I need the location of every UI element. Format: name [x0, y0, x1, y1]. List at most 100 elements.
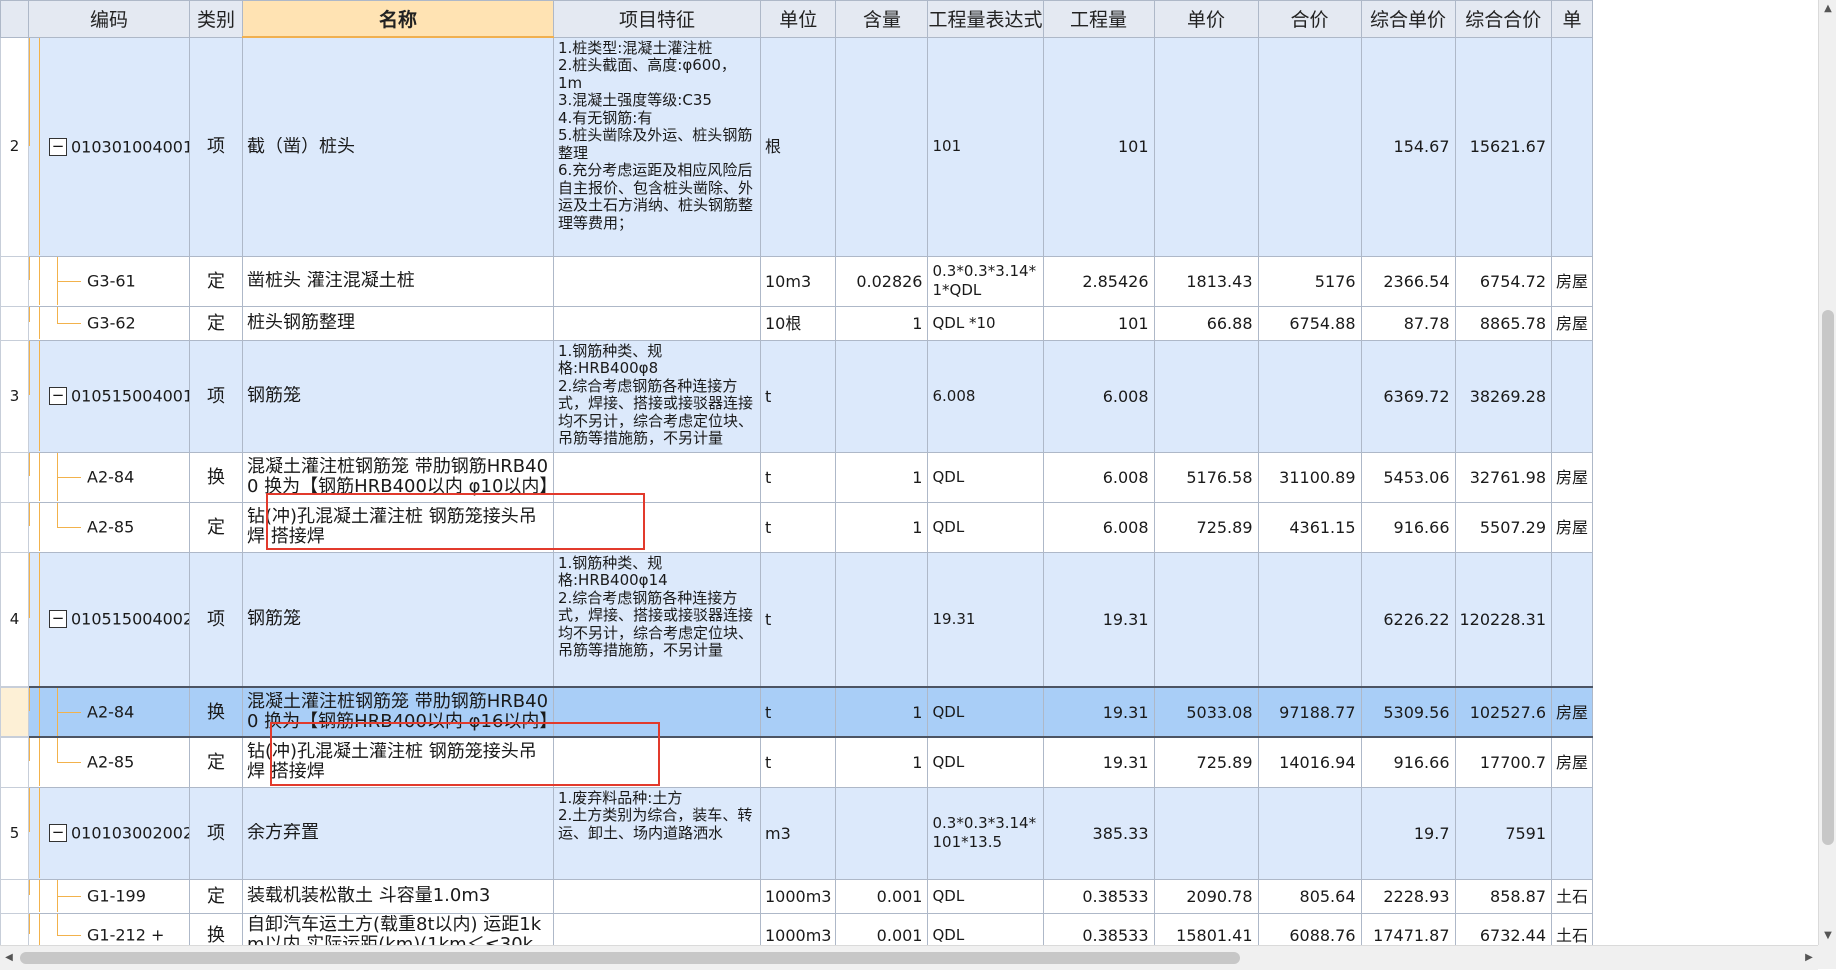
composite-unit-price-cell[interactable]: 2228.93: [1360, 878, 1456, 914]
specialty-cell[interactable]: 房屋: [1551, 305, 1594, 341]
scroll-up-icon[interactable]: ▲: [1819, 0, 1836, 18]
collapse-icon[interactable]: −: [49, 387, 67, 405]
composite-total-cell[interactable]: 15621.67: [1454, 36, 1553, 257]
unit-cell[interactable]: t: [759, 686, 837, 738]
specialty-cell[interactable]: 房屋: [1551, 255, 1594, 307]
unit-cell[interactable]: 1000m3: [759, 878, 837, 914]
col-header-quantity[interactable]: 工程量: [1042, 0, 1155, 38]
unit-price-cell[interactable]: 725.89: [1153, 501, 1259, 553]
composite-total-cell[interactable]: 858.87: [1454, 878, 1553, 914]
content-cell[interactable]: [835, 786, 929, 880]
unit-price-cell[interactable]: [1153, 339, 1259, 453]
composite-total-cell[interactable]: 6754.72: [1454, 255, 1553, 307]
features-cell[interactable]: [553, 255, 761, 307]
sub-item-row[interactable]: G1-199 定装载机装松散土 斗容量1.0m3 1000m3 0.001 QDL 0.3…: [0, 878, 1594, 914]
category-cell[interactable]: 项: [189, 339, 243, 453]
category-cell[interactable]: 定: [189, 878, 243, 914]
category-cell[interactable]: 定: [189, 501, 243, 553]
category-cell[interactable]: 换: [189, 912, 243, 945]
sub-item-row[interactable]: A2-84 换混凝土灌注桩钢筋笼 带肋钢筋HRB400 换为【钢筋HRB400以内…: [0, 686, 1594, 738]
composite-unit-price-cell[interactable]: 6369.72: [1360, 339, 1456, 453]
quantity-cell[interactable]: 19.31: [1042, 736, 1155, 788]
unit-cell[interactable]: t: [759, 736, 837, 788]
code-cell[interactable]: A2-85: [28, 736, 190, 788]
composite-total-cell[interactable]: 6732.44: [1454, 912, 1553, 945]
total-cell[interactable]: [1257, 786, 1362, 880]
unit-cell[interactable]: t: [759, 339, 837, 453]
row-header[interactable]: [0, 878, 29, 914]
col-header-composite-total[interactable]: 综合合价: [1454, 0, 1553, 38]
expression-cell[interactable]: QDL: [927, 451, 1044, 503]
code-cell[interactable]: −010515004002: [28, 551, 190, 688]
specialty-cell[interactable]: 房屋: [1551, 736, 1594, 788]
code-cell[interactable]: −010301004001: [28, 36, 190, 257]
quantity-cell[interactable]: 101: [1042, 305, 1155, 341]
category-cell[interactable]: 换: [189, 686, 243, 738]
list-item-row[interactable]: 3−010515004001 项钢筋笼 1.钢筋种类、规格:HRB400φ8 2.综…: [0, 339, 1594, 453]
total-cell[interactable]: 4361.15: [1257, 501, 1362, 553]
col-header-expression[interactable]: 工程量表达式: [927, 0, 1044, 38]
specialty-cell[interactable]: [1551, 36, 1594, 257]
code-cell[interactable]: A2-85: [28, 501, 190, 553]
composite-total-cell[interactable]: 32761.98: [1454, 451, 1553, 503]
vertical-scrollbar[interactable]: ▲ ▼: [1818, 0, 1836, 945]
content-cell[interactable]: 1: [835, 686, 929, 738]
category-cell[interactable]: 定: [189, 305, 243, 341]
composite-unit-price-cell[interactable]: 17471.87: [1360, 912, 1456, 945]
composite-total-cell[interactable]: 38269.28: [1454, 339, 1553, 453]
row-header[interactable]: [0, 736, 29, 788]
content-cell[interactable]: 1: [835, 736, 929, 788]
category-cell[interactable]: 定: [189, 255, 243, 307]
category-cell[interactable]: 换: [189, 451, 243, 503]
code-cell[interactable]: A2-84: [28, 451, 190, 503]
scroll-left-icon[interactable]: ◀: [0, 946, 18, 970]
content-cell[interactable]: [835, 551, 929, 688]
unit-cell[interactable]: t: [759, 451, 837, 503]
features-cell[interactable]: 1.桩类型:混凝土灌注桩 2.桩头截面、高度:φ600，1m 3.混凝土强度等级…: [553, 36, 761, 257]
col-header-composite-unit-price[interactable]: 综合单价: [1360, 0, 1456, 38]
total-cell[interactable]: 5176: [1257, 255, 1362, 307]
composite-total-cell[interactable]: 17700.7: [1454, 736, 1553, 788]
unit-price-cell[interactable]: 5176.58: [1153, 451, 1259, 503]
composite-total-cell[interactable]: 102527.6: [1454, 686, 1553, 738]
row-header[interactable]: 2: [0, 36, 29, 257]
specialty-cell[interactable]: 土石: [1551, 912, 1594, 945]
unit-price-cell[interactable]: [1153, 786, 1259, 880]
unit-cell[interactable]: 10m3: [759, 255, 837, 307]
expression-cell[interactable]: 6.008: [927, 339, 1044, 453]
specialty-cell[interactable]: 房屋: [1551, 451, 1594, 503]
name-cell[interactable]: 桩头钢筋整理: [242, 305, 554, 341]
horizontal-scroll-thumb[interactable]: [20, 952, 1240, 964]
unit-price-cell[interactable]: 5033.08: [1153, 686, 1259, 738]
name-cell[interactable]: 钢筋笼: [242, 551, 554, 688]
category-cell[interactable]: 定: [189, 736, 243, 788]
composite-unit-price-cell[interactable]: 916.66: [1360, 736, 1456, 788]
unit-price-cell[interactable]: [1153, 36, 1259, 257]
expression-cell[interactable]: QDL: [927, 501, 1044, 553]
composite-total-cell[interactable]: 8865.78: [1454, 305, 1553, 341]
unit-price-cell[interactable]: 15801.41: [1153, 912, 1259, 945]
expression-cell[interactable]: QDL *10: [927, 305, 1044, 341]
specialty-cell[interactable]: [1551, 786, 1594, 880]
quantity-cell[interactable]: 6.008: [1042, 451, 1155, 503]
quantity-cell[interactable]: 6.008: [1042, 339, 1155, 453]
code-cell[interactable]: −010103002002: [28, 786, 190, 880]
specialty-cell[interactable]: [1551, 551, 1594, 688]
row-header[interactable]: [0, 305, 29, 341]
content-cell[interactable]: 0.001: [835, 878, 929, 914]
expression-cell[interactable]: 19.31: [927, 551, 1044, 688]
col-header-specialty[interactable]: 单: [1551, 0, 1594, 38]
name-cell[interactable]: 钢筋笼: [242, 339, 554, 453]
features-cell[interactable]: 1.钢筋种类、规格:HRB400φ14 2.综合考虑钢筋各种连接方式，焊接、搭接…: [553, 551, 761, 688]
col-header-name[interactable]: 名称: [242, 0, 554, 38]
col-header-unit-price[interactable]: 单价: [1153, 0, 1259, 38]
col-header-features[interactable]: 项目特征: [553, 0, 761, 38]
row-header[interactable]: 3: [0, 339, 29, 453]
total-cell[interactable]: 14016.94: [1257, 736, 1362, 788]
quantity-cell[interactable]: 385.33: [1042, 786, 1155, 880]
expression-cell[interactable]: 0.3*0.3*3.14*101*13.5: [927, 786, 1044, 880]
code-cell[interactable]: G3-61: [28, 255, 190, 307]
sub-item-row[interactable]: A2-84 换混凝土灌注桩钢筋笼 带肋钢筋HRB400 换为【钢筋HRB400以内…: [0, 451, 1594, 503]
code-cell[interactable]: G1-199: [28, 878, 190, 914]
row-header[interactable]: 4: [0, 551, 29, 688]
